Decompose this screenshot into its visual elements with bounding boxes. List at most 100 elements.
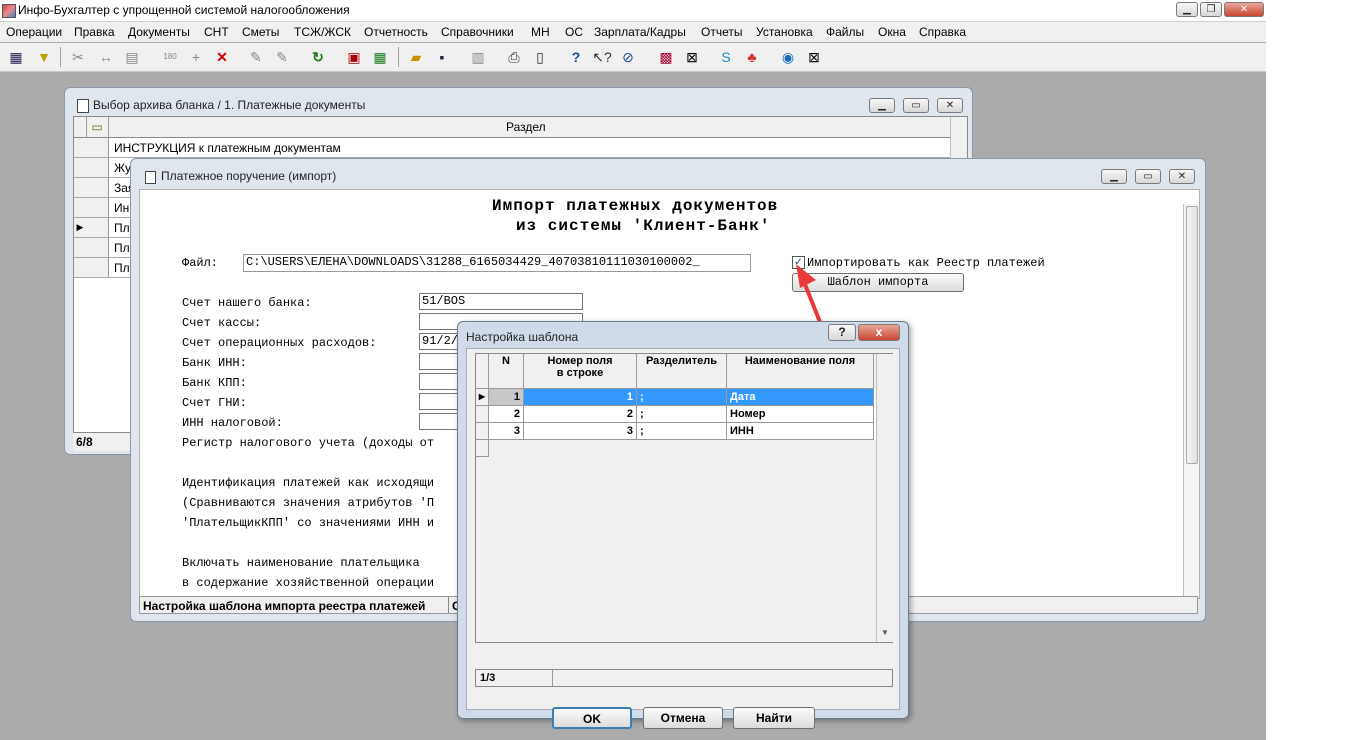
minimize-icon[interactable]: ▁: [1176, 2, 1198, 17]
menu-windows[interactable]: Окна: [878, 25, 906, 39]
our-bank-account-field[interactable]: 51/BOS: [419, 293, 583, 310]
field-label: ИНН налоговой:: [182, 416, 283, 430]
archive-window-title: Выбор архива бланка / 1. Платежные докум…: [93, 98, 366, 112]
archive-minimize-icon[interactable]: ▁: [869, 98, 895, 113]
restore-icon[interactable]: ❐: [1200, 2, 1222, 17]
status-divider: [448, 597, 449, 613]
menu-files[interactable]: Файлы: [826, 25, 864, 39]
skype-icon[interactable]: S: [716, 47, 736, 67]
menu-documents[interactable]: Документы: [128, 25, 190, 39]
form-text-line: Включать наименование плательщика: [182, 556, 420, 570]
cell-field-number[interactable]: 3: [524, 423, 637, 440]
module-icon[interactable]: ▩: [656, 47, 676, 67]
cell-field-number[interactable]: 2: [524, 406, 637, 423]
field-label: Счет кассы:: [182, 316, 262, 330]
cell-n[interactable]: 3: [489, 423, 524, 440]
close-module-icon[interactable]: ⊠: [682, 47, 702, 67]
cancel-button[interactable]: Отмена: [643, 707, 723, 729]
rotate-icon[interactable]: 180: [160, 47, 180, 67]
cell-separator[interactable]: ;: [637, 423, 727, 440]
arrow-shaft: [802, 280, 822, 324]
delete-icon[interactable]: ✕: [212, 47, 232, 67]
menu-directories[interactable]: Справочники: [441, 25, 514, 39]
menu-snt[interactable]: СНТ: [204, 25, 229, 39]
table-row[interactable]: 3 3 ; ИНН: [476, 423, 876, 440]
toolbar: ▦ ▼ ✂ ↔ ▤ 180 + ✕ ✎ ✎ ↻ ▣ ▦ ▰ ▪ ▥ ⎙ ▯ ? …: [0, 43, 1266, 72]
archive-close-icon[interactable]: ✕: [937, 98, 963, 113]
template-grid-scrollbar[interactable]: ▼: [876, 354, 893, 642]
print-icon[interactable]: ⎙: [504, 47, 524, 67]
menu-bar: Операции Правка Документы СНТ Сметы ТСЖ/…: [0, 22, 1266, 42]
table-row[interactable]: ИНСТРУКЦИЯ к платежным документам: [74, 138, 950, 158]
document-icon[interactable]: ▣: [344, 47, 364, 67]
scroll-down-icon[interactable]: ▼: [881, 628, 889, 637]
cell-separator[interactable]: ;: [637, 406, 727, 423]
open-folder-icon[interactable]: ▰: [406, 47, 426, 67]
field-label: Счет нашего банка:: [182, 296, 312, 310]
dialog-close-button[interactable]: x: [858, 324, 900, 341]
app-icon: [2, 4, 16, 18]
import-window-title: Платежное поручение (импорт): [161, 169, 337, 183]
menu-operations[interactable]: Операции: [6, 25, 62, 39]
column-header-section: Раздел: [506, 120, 546, 134]
cell-field-number[interactable]: 1: [524, 389, 637, 406]
calculator-icon[interactable]: ▦: [6, 47, 26, 67]
template-dialog-title: Настройка шаблона: [466, 330, 579, 344]
toolbar-separator: [398, 47, 399, 67]
import-close-icon[interactable]: ✕: [1169, 169, 1195, 184]
refresh-icon[interactable]: ↻: [308, 47, 328, 67]
menu-edit[interactable]: Правка: [74, 25, 115, 39]
cell-field-name[interactable]: ИНН: [727, 423, 874, 440]
table-row[interactable]: ▶ 1 1 ; Дата: [476, 389, 876, 406]
compass-icon[interactable]: ⊘: [618, 47, 638, 67]
cell-field-name[interactable]: Номер: [727, 406, 874, 423]
archive-maximize-icon[interactable]: ▭: [903, 98, 929, 113]
status-hint: Настройка шаблона импорта реестра платеж…: [143, 599, 426, 613]
archive-icon[interactable]: ▥: [468, 47, 488, 67]
help-icon[interactable]: ?: [566, 47, 586, 67]
ok-button[interactable]: OK: [552, 707, 632, 729]
row-label: ИНСТРУКЦИЯ к платежным документам: [114, 141, 341, 155]
scrollbar-thumb[interactable]: [1186, 206, 1198, 464]
menu-reports[interactable]: Отчеты: [701, 25, 742, 39]
save-icon[interactable]: ▪: [432, 47, 452, 67]
unmark-icon[interactable]: ✎: [272, 47, 292, 67]
import-heading-line2: из системы 'Клиент-Банк': [516, 217, 771, 235]
menu-setup[interactable]: Установка: [756, 25, 813, 39]
menu-estimates[interactable]: Сметы: [242, 25, 279, 39]
cell-separator[interactable]: ;: [637, 389, 727, 406]
filter-icon[interactable]: ▼: [34, 47, 54, 67]
globe-icon[interactable]: ◉: [778, 47, 798, 67]
preview-icon[interactable]: ▯: [530, 47, 550, 67]
paste-icon[interactable]: ▤: [122, 47, 142, 67]
move-icon[interactable]: ↔: [96, 47, 116, 67]
cut-icon[interactable]: ✂: [68, 47, 88, 67]
menu-mn[interactable]: МН: [531, 25, 550, 39]
cell-n[interactable]: 2: [489, 406, 524, 423]
cell-n[interactable]: 1: [489, 389, 524, 406]
field-label: Банк КПП:: [182, 376, 247, 390]
menu-tsj[interactable]: ТСЖ/ЖСК: [294, 25, 351, 39]
cell-field-name[interactable]: Дата: [727, 389, 874, 406]
table-row[interactable]: 2 2 ; Номер: [476, 406, 876, 423]
add-icon[interactable]: +: [186, 47, 206, 67]
context-help-icon[interactable]: ↖?: [592, 47, 612, 67]
find-button[interactable]: Найти: [733, 707, 815, 729]
mark-icon[interactable]: ✎: [246, 47, 266, 67]
close-icon[interactable]: ✕: [1224, 2, 1264, 17]
spreadsheet-icon[interactable]: ▦: [370, 47, 390, 67]
import-form-scrollbar[interactable]: [1183, 204, 1199, 598]
menu-help[interactable]: Справка: [919, 25, 966, 39]
chat-icon[interactable]: ♣: [742, 47, 762, 67]
import-maximize-icon[interactable]: ▭: [1135, 169, 1161, 184]
import-minimize-icon[interactable]: ▁: [1101, 169, 1127, 184]
close-globe-icon[interactable]: ⊠: [804, 47, 824, 67]
menu-payroll[interactable]: Зарплата/Кадры: [594, 25, 686, 39]
dialog-help-button[interactable]: ?: [828, 324, 856, 341]
column-header-separator: Разделитель: [637, 354, 727, 389]
file-path-field[interactable]: C:\USERS\ЕЛЕНА\DOWNLOADS\31288_616503442…: [243, 254, 751, 272]
menu-os[interactable]: ОС: [565, 25, 583, 39]
form-text-line: Регистр налогового учета (доходы от: [182, 436, 435, 450]
menu-reporting[interactable]: Отчетность: [364, 25, 428, 39]
form-text-line: 'ПлательщикКПП' со значениями ИНН и: [182, 516, 435, 530]
